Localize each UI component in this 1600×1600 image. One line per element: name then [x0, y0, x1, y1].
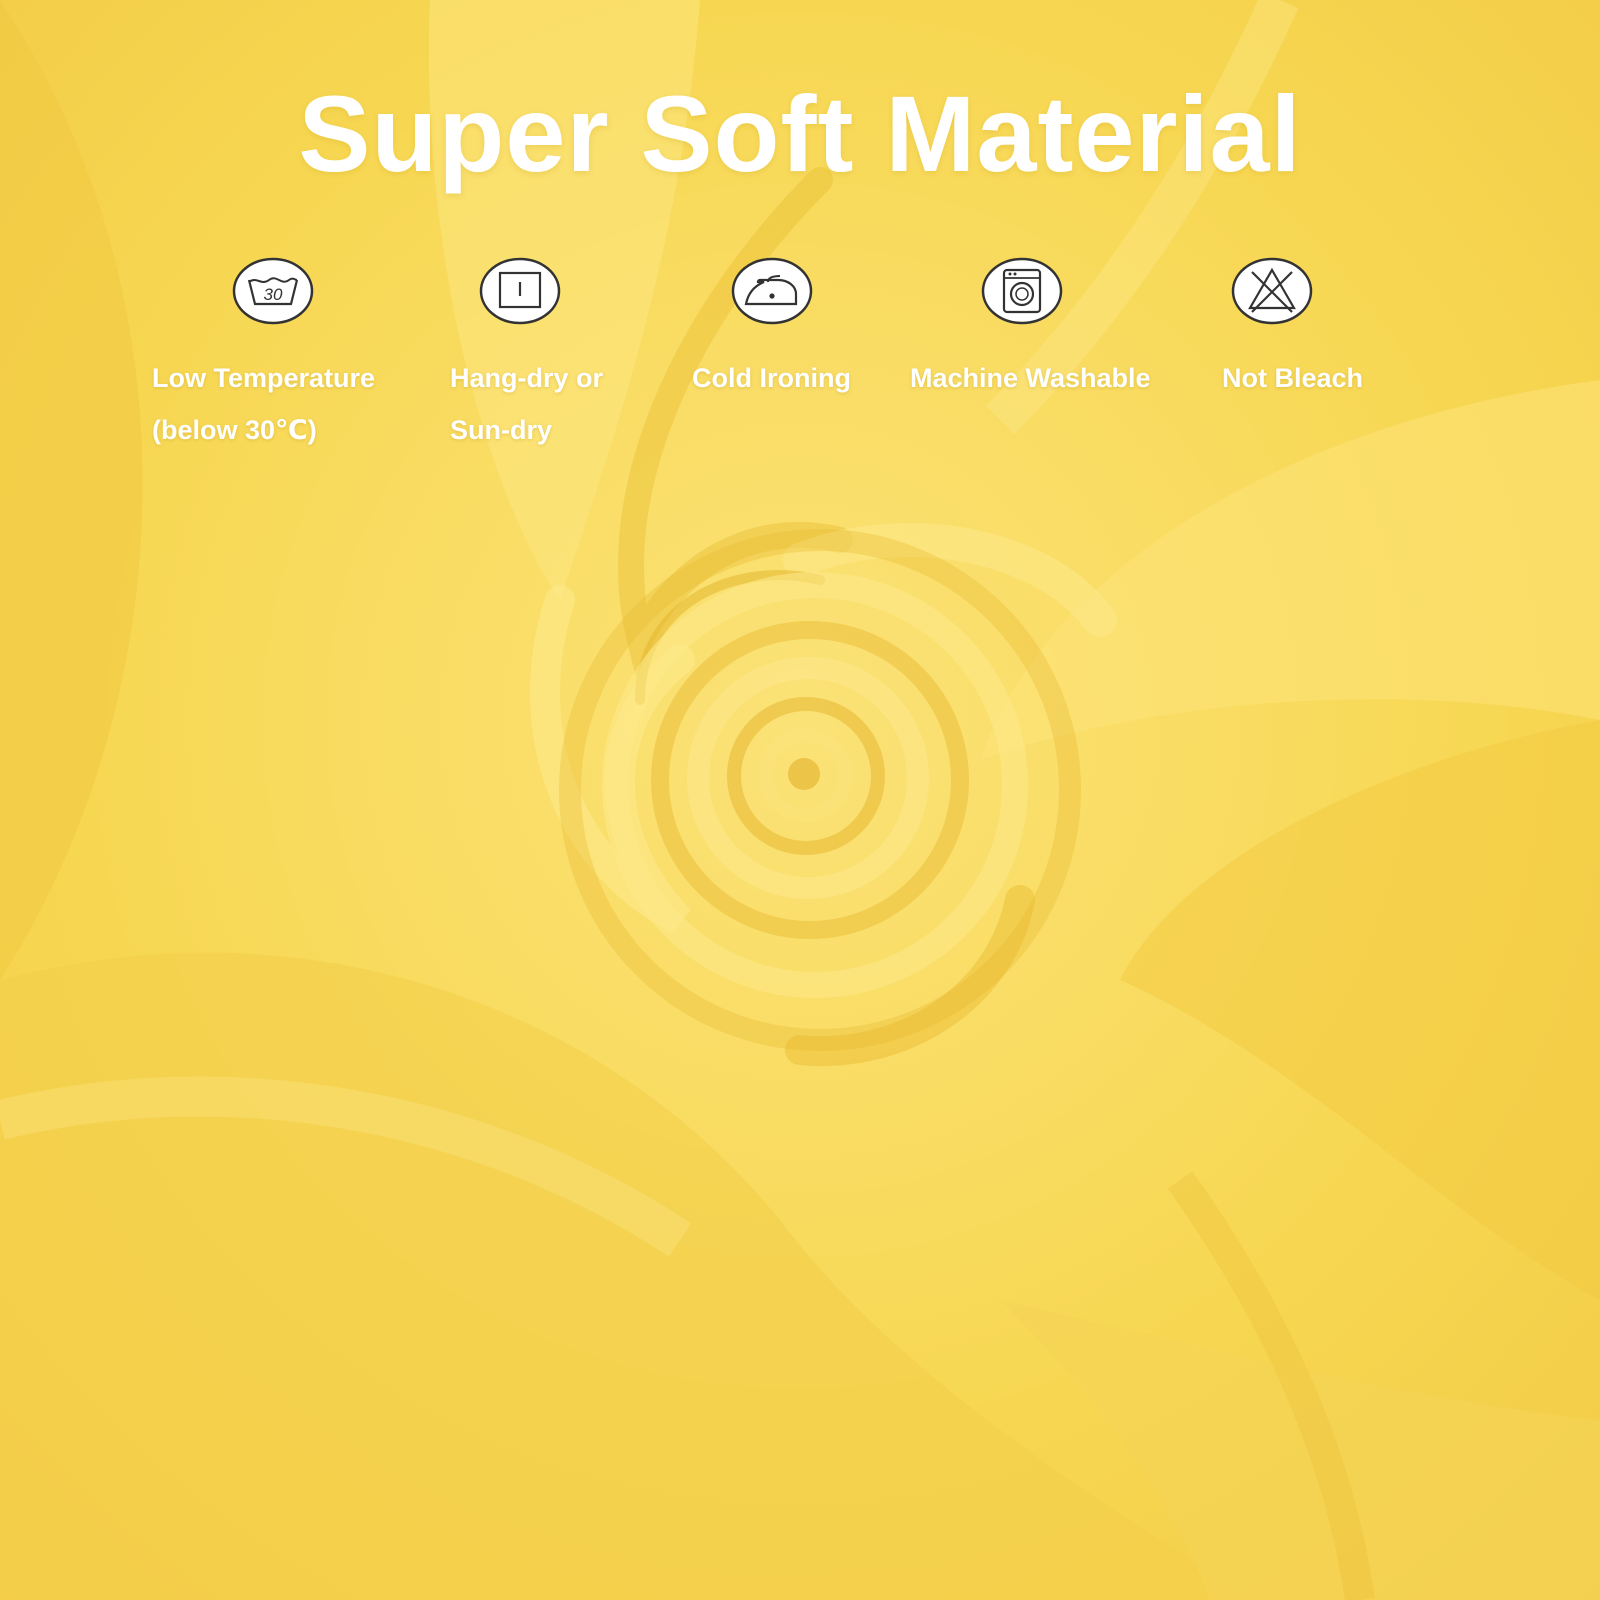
yellow-fabric-swirl-photo	[0, 0, 1600, 1600]
wash-30-icon: 30	[231, 256, 315, 326]
care-label-machine-washable: Machine Washable	[910, 352, 1151, 404]
machine-wash-icon	[980, 256, 1064, 326]
care-label-line: (below 30℃)	[152, 415, 317, 445]
care-label-cold-ironing: Cold Ironing	[692, 352, 851, 404]
wash-temp-label: 30	[264, 285, 283, 304]
care-label-line: Machine Washable	[910, 363, 1151, 393]
care-label-low-temperature: Low Temperature (below 30℃)	[152, 352, 375, 456]
care-label-line: Sun-dry	[450, 415, 553, 445]
care-label-line: Low Temperature	[152, 363, 376, 393]
care-label-line: Hang-dry or	[450, 363, 604, 393]
no-bleach-icon	[1230, 256, 1314, 326]
care-label-line: Cold Ironing	[692, 363, 851, 393]
care-label-line: Not Bleach	[1222, 363, 1364, 393]
cold-iron-icon	[730, 256, 814, 326]
care-label-hang-dry: Hang-dry or Sun-dry	[450, 352, 603, 456]
page-title: Super Soft Material	[298, 73, 1302, 194]
care-label-not-bleach: Not Bleach	[1222, 352, 1363, 404]
hang-dry-icon	[478, 256, 562, 326]
